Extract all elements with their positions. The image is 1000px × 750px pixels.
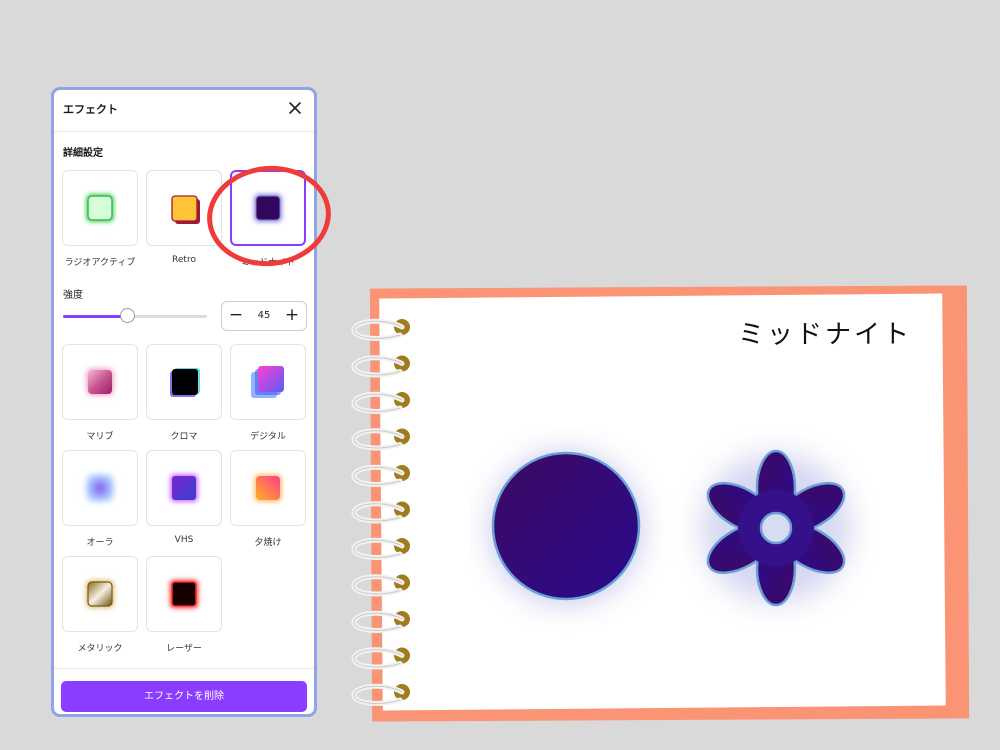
- effect-card-aura[interactable]: [62, 450, 138, 526]
- panel-header: エフェクト: [54, 90, 314, 132]
- effect-label: Retro: [172, 255, 196, 265]
- flower-shape[interactable]: [700, 449, 852, 607]
- section-title: 詳細設定: [63, 148, 103, 159]
- sunset-thumb: [254, 474, 282, 502]
- increment-button[interactable]: +: [278, 302, 306, 330]
- intensity-slider[interactable]: [63, 308, 207, 323]
- effect-label: VHS: [174, 535, 194, 545]
- canvas-shapes: [490, 449, 852, 607]
- effect-label: ラジオアクティブ: [64, 258, 136, 268]
- spiral-ring: [351, 683, 410, 706]
- spiral-ring: [351, 428, 410, 451]
- panel-footer: エフェクトを削除: [54, 668, 314, 714]
- effect-card-laser[interactable]: [146, 556, 222, 632]
- circle-shape[interactable]: [490, 451, 642, 604]
- spiral-ring: [351, 610, 410, 633]
- metallic-thumb: [86, 580, 114, 608]
- effect-card-digital[interactable]: [230, 344, 306, 420]
- radioactive-thumb: [86, 194, 114, 222]
- spiral-ring: [351, 355, 410, 378]
- digital-thumb: [251, 366, 284, 398]
- slider-thumb[interactable]: [119, 308, 135, 323]
- spiral-ring: [351, 318, 410, 341]
- effect-label: クロマ: [170, 432, 198, 442]
- remove-effect-button[interactable]: エフェクトを削除: [61, 681, 307, 712]
- effect-card-radioactive[interactable]: [62, 170, 138, 246]
- aura-thumb: [86, 474, 114, 502]
- laser-thumb: [170, 580, 198, 608]
- close-icon[interactable]: [286, 99, 304, 117]
- spiral-ring: [351, 574, 410, 597]
- effect-card-metallic[interactable]: [62, 556, 138, 632]
- intensity-value[interactable]: 45: [250, 302, 278, 330]
- spiral-ring: [351, 464, 410, 487]
- malibu-thumb: [87, 369, 113, 395]
- effect-label: 夕焼け: [254, 538, 282, 548]
- canvas-title: ミッドナイト: [738, 320, 913, 350]
- intensity-label: 強度: [63, 290, 83, 301]
- effect-label: メタリック: [77, 644, 123, 654]
- effect-label: レーザー: [166, 644, 202, 654]
- effect-label: デジタル: [250, 432, 286, 442]
- effect-card-malibu[interactable]: [62, 344, 138, 420]
- slider-fill: [63, 315, 128, 318]
- retro-thumb: [171, 195, 200, 224]
- effect-card-sunset[interactable]: [230, 450, 306, 526]
- intensity-stepper: − 45 +: [221, 301, 307, 331]
- effect-card-vhs[interactable]: [146, 450, 222, 526]
- decrement-button[interactable]: −: [222, 302, 250, 330]
- panel-title: エフェクト: [63, 103, 118, 116]
- effect-label: オーラ: [86, 538, 114, 548]
- effect-card-chroma[interactable]: [146, 344, 222, 420]
- spiral-binding-icon: [351, 318, 410, 706]
- vhs-thumb: [170, 474, 198, 502]
- chroma-thumb: [170, 368, 200, 397]
- spiral-ring: [351, 537, 410, 560]
- spiral-ring: [351, 647, 410, 670]
- effect-label: マリブ: [86, 432, 114, 442]
- spiral-ring: [351, 391, 410, 414]
- spiral-ring: [351, 501, 410, 524]
